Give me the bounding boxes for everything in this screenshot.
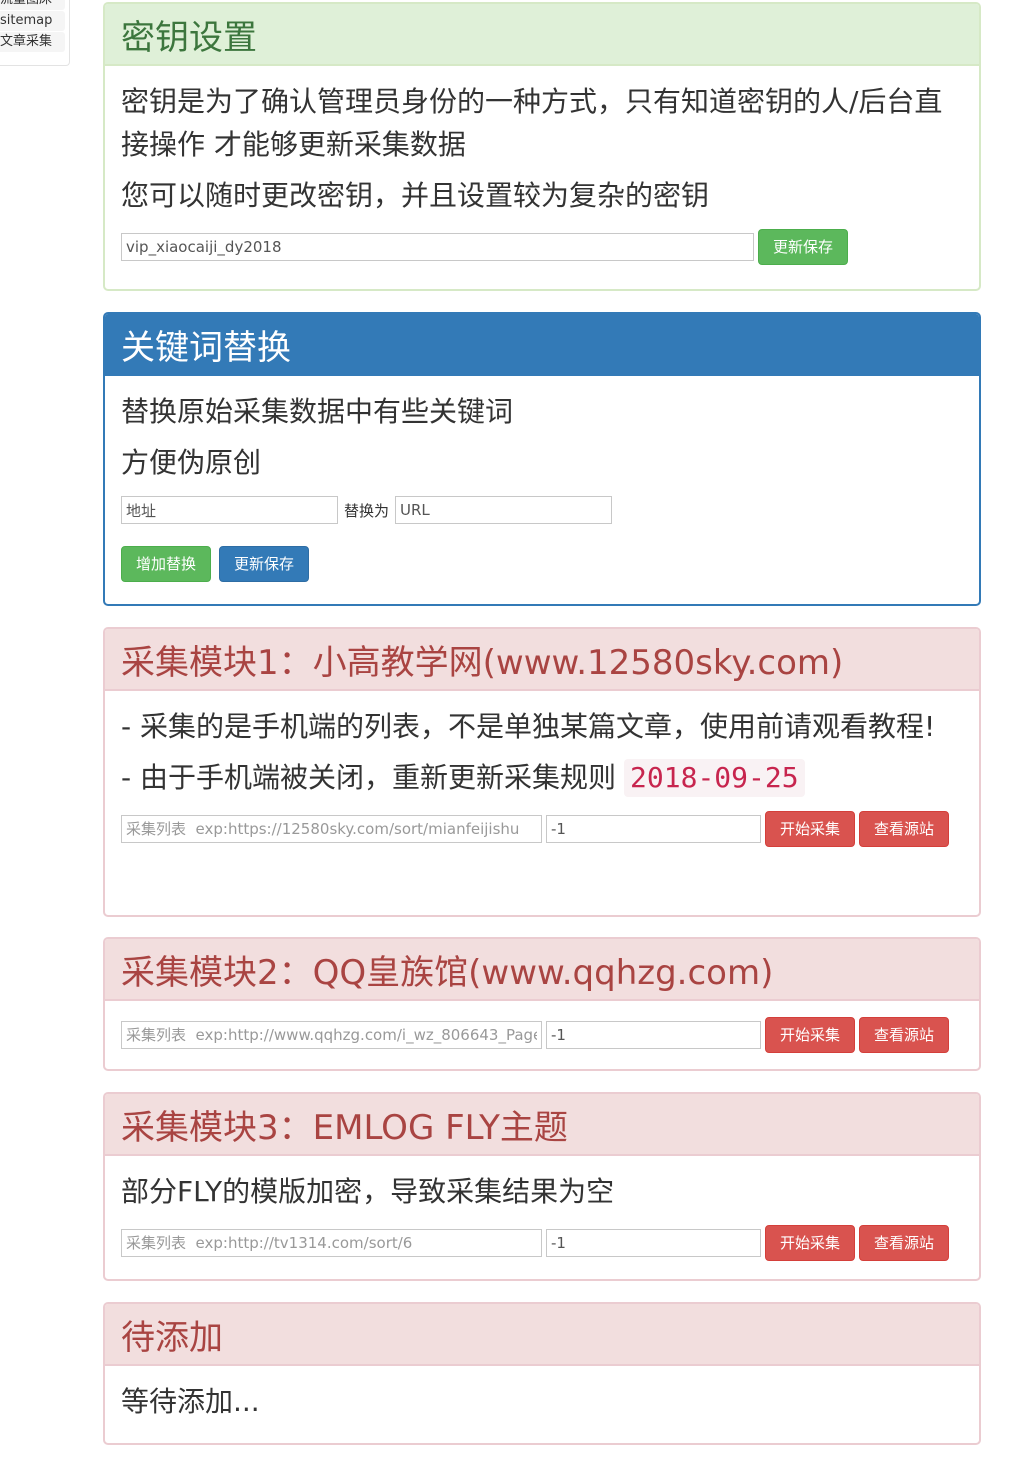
module-1-start-button[interactable]: 开始采集 [765,811,856,847]
pending-panel: 待添加 等待添加... [103,1302,981,1445]
module-2-list-input[interactable] [121,1021,542,1049]
module-3-list-input[interactable] [121,1229,542,1257]
module-3-title: 采集模块3：EMLOG FLY主题 [105,1094,979,1156]
sidebar-item-article-collect[interactable]: 文章采集 [0,32,65,52]
collect-module-2: 采集模块2：QQ皇族馆(www.qqhzg.com) 开始采集 查看源站 [103,937,981,1071]
module-2-start-button[interactable]: 开始采集 [765,1017,856,1053]
module-2-page-input[interactable] [546,1021,761,1049]
keyword-replace-hint: 方便伪原创 [121,446,262,479]
keyword-replace-panel: 关键词替换 替换原始采集数据中有些关键词 方便伪原创 替换为 增加替换 更新保存 [103,312,981,606]
replace-to-input[interactable] [395,496,613,524]
key-settings-hint: 您可以随时更改密钥，并且设置较为复杂的密钥 [121,179,710,212]
replace-save-button[interactable]: 更新保存 [219,546,310,582]
pending-description: 等待添加... [121,1385,260,1418]
module-1-page-input[interactable] [546,815,761,843]
module-2-view-source-button[interactable]: 查看源站 [859,1017,950,1053]
module-1-title: 采集模块1：小高教学网(www.12580sky.com) [105,629,979,691]
module-3-description: 部分FLY的模版加密，导致采集结果为空 [121,1175,615,1208]
module-3-view-source-button[interactable]: 查看源站 [859,1225,950,1261]
pending-title: 待添加 [105,1304,979,1366]
module-1-list-input[interactable] [121,815,542,843]
module-3-start-button[interactable]: 开始采集 [765,1225,856,1261]
key-save-button[interactable]: 更新保存 [758,229,849,265]
replace-from-input[interactable] [121,496,338,524]
module-2-title: 采集模块2：QQ皇族馆(www.qqhzg.com) [105,939,979,1001]
secret-key-input[interactable] [121,233,754,261]
add-replace-button[interactable]: 增加替换 [121,546,212,582]
sidebar-item-sitemap[interactable]: sitemap [0,11,65,31]
module-1-date-badge: 2018-09-25 [624,759,805,797]
keyword-replace-description: 替换原始采集数据中有些关键词 [121,395,514,428]
key-settings-description: 密钥是为了确认管理员身份的一种方式，只有知道密钥的人/后台直接操作 才能够更新采… [121,85,943,161]
module-3-page-input[interactable] [546,1229,761,1257]
collect-module-1: 采集模块1：小高教学网(www.12580sky.com) - 采集的是手机端的… [103,627,981,917]
module-1-note: - 由于手机端被关闭，重新更新采集规则 2018-09-25 [121,756,963,799]
sidebar-nav: 流量图床 sitemap 文章采集 [0,0,70,66]
replace-with-label: 替换为 [344,501,390,520]
module-1-view-source-button[interactable]: 查看源站 [859,811,950,847]
keyword-replace-title: 关键词替换 [105,314,979,376]
module-1-note-text: - 由于手机端被关闭，重新更新采集规则 [121,761,617,794]
sidebar-item-image-host[interactable]: 流量图床 [0,0,65,10]
collect-module-3: 采集模块3：EMLOG FLY主题 部分FLY的模版加密，导致采集结果为空 开始… [103,1092,981,1281]
module-1-description: - 采集的是手机端的列表，不是单独某篇文章，使用前请观看教程! [121,710,936,743]
key-settings-title: 密钥设置 [105,4,979,66]
key-settings-panel: 密钥设置 密钥是为了确认管理员身份的一种方式，只有知道密钥的人/后台直接操作 才… [103,2,981,291]
